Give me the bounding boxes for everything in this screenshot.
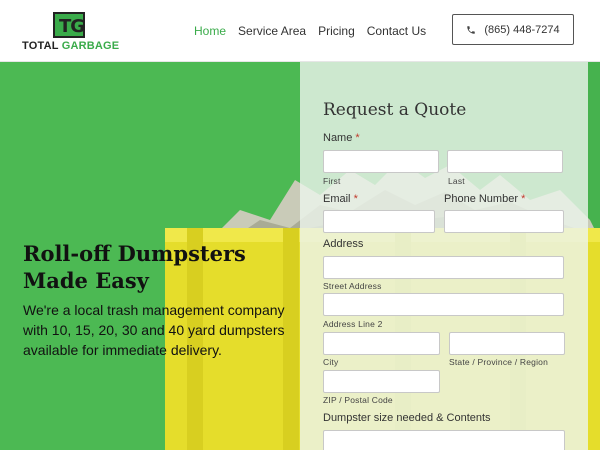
- address-line-2-label: Address Line 2: [323, 319, 383, 329]
- email-input[interactable]: [323, 210, 435, 233]
- first-label: First: [323, 176, 341, 186]
- phone-label: Phone Number *: [444, 193, 525, 205]
- required-mark: *: [353, 193, 358, 205]
- first-name-input[interactable]: [323, 150, 439, 173]
- nav-service-area[interactable]: Service Area: [238, 24, 306, 38]
- last-name-input[interactable]: [447, 150, 563, 173]
- nav-contact-us[interactable]: Contact Us: [367, 24, 426, 38]
- state-label: State / Province / Region: [449, 357, 549, 367]
- last-label: Last: [448, 176, 465, 186]
- logo-letters: TG: [59, 16, 85, 37]
- logo-text-total: TOTAL: [22, 40, 59, 52]
- name-label-text: Name: [323, 132, 353, 144]
- nav-pricing[interactable]: Pricing: [318, 24, 355, 38]
- phone-input[interactable]: [444, 210, 564, 233]
- address-line-2-input[interactable]: [323, 293, 564, 316]
- address-label: Address: [323, 238, 364, 250]
- nav-home[interactable]: Home: [194, 24, 226, 38]
- zip-label: ZIP / Postal Code: [323, 395, 393, 405]
- city-input[interactable]: [323, 332, 440, 355]
- site-header: TG TOTAL GARBAGE Home Service Area Prici…: [0, 0, 600, 62]
- quote-heading: Request a Quote: [323, 100, 467, 120]
- street-address-label: Street Address: [323, 281, 382, 291]
- quote-form: Request a Quote Name * First Last Email …: [300, 62, 588, 450]
- required-mark: *: [521, 193, 526, 205]
- logo[interactable]: TG TOTAL GARBAGE: [22, 12, 119, 52]
- email-label: Email *: [323, 193, 358, 205]
- phone-icon: [467, 25, 476, 34]
- street-address-input[interactable]: [323, 256, 564, 279]
- phone-number: (865) 448-7274: [484, 23, 560, 36]
- city-label: City: [323, 357, 339, 367]
- zip-input[interactable]: [323, 370, 440, 393]
- logo-text: TOTAL GARBAGE: [22, 40, 119, 52]
- dumpster-size-label: Dumpster size needed & Contents: [323, 412, 491, 424]
- email-label-text: Email: [323, 193, 351, 205]
- hero-subtitle: We're a local trash management company w…: [23, 302, 285, 358]
- logo-text-garbage: GARBAGE: [61, 40, 120, 52]
- name-label: Name *: [323, 132, 360, 144]
- main-nav: Home Service Area Pricing Contact Us: [194, 24, 426, 38]
- state-input[interactable]: [449, 332, 565, 355]
- hero-title: Roll-off Dumpsters Made Easy: [23, 241, 246, 293]
- phone-button[interactable]: (865) 448-7274: [452, 14, 574, 45]
- logo-mark: TG: [53, 12, 85, 38]
- required-mark: *: [355, 132, 360, 144]
- phone-label-text: Phone Number: [444, 193, 518, 205]
- dumpster-size-textarea[interactable]: [323, 430, 565, 450]
